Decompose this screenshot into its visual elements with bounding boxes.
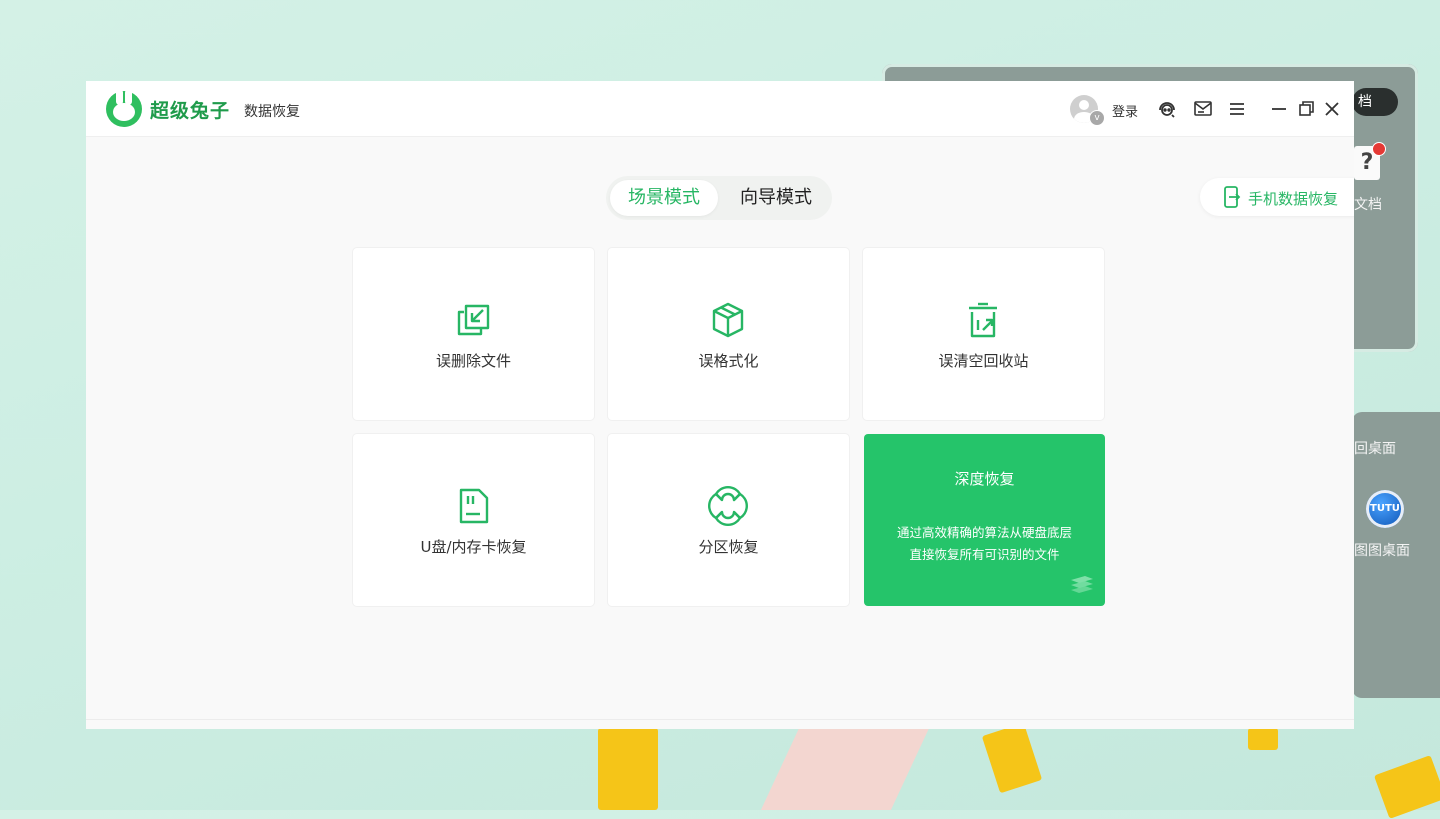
desktop-decoration bbox=[981, 722, 1043, 794]
deep-recovery-desc-line2: 直接恢复所有可识别的文件 bbox=[909, 547, 1060, 562]
phone-transfer-icon bbox=[1224, 186, 1241, 208]
mode-switch: 场景模式 向导模式 bbox=[606, 176, 832, 220]
sd-card-icon bbox=[459, 488, 489, 524]
close-icon[interactable] bbox=[1321, 98, 1343, 120]
card-label: 误删除文件 bbox=[435, 352, 511, 370]
desktop-decoration bbox=[1373, 755, 1440, 819]
desktop-decoration bbox=[1248, 728, 1278, 750]
brand-subtitle: 数据恢复 bbox=[244, 104, 300, 120]
desktop-decoration bbox=[760, 728, 930, 810]
app-window: 超级兔子 数据恢复 v 登录 场景模式 向导模式 手机数据恢复 误删除文件 误格… bbox=[86, 81, 1354, 729]
cube-icon bbox=[712, 302, 744, 338]
deep-recovery-title: 深度恢复 bbox=[954, 470, 1015, 488]
trash-restore-icon bbox=[969, 302, 997, 338]
help-mark: ? bbox=[1360, 150, 1374, 175]
deep-recovery-description: 通过高效精确的算法从硬盘底层 直接恢复所有可识别的文件 bbox=[864, 522, 1105, 566]
desktop-doc-label: 文档 bbox=[1354, 197, 1382, 213]
title-bar: 超级兔子 数据恢复 v 登录 bbox=[86, 81, 1354, 137]
help-document-icon[interactable]: ? bbox=[1354, 142, 1386, 180]
login-link[interactable]: 登录 bbox=[1112, 101, 1138, 120]
partition-icon bbox=[708, 486, 748, 526]
message-icon[interactable] bbox=[1192, 98, 1214, 120]
card-partition[interactable]: 分区恢复 bbox=[608, 434, 849, 606]
card-usb-sd[interactable]: U盘/内存卡恢复 bbox=[353, 434, 594, 606]
rabbit-logo-icon bbox=[106, 89, 142, 127]
phone-recovery-label: 手机数据恢复 bbox=[1248, 190, 1339, 208]
footer-divider bbox=[86, 719, 1354, 720]
card-label: 误格式化 bbox=[698, 352, 759, 370]
tab-wizard-mode[interactable]: 向导模式 bbox=[724, 180, 828, 216]
card-label: U盘/内存卡恢复 bbox=[420, 538, 527, 556]
card-label: 误清空回收站 bbox=[938, 352, 1029, 370]
phone-recovery-button[interactable]: 手机数据恢复 bbox=[1200, 178, 1354, 216]
card-recycle-bin[interactable]: 误清空回收站 bbox=[863, 248, 1104, 420]
brand-name: 超级兔子 bbox=[150, 100, 231, 122]
vip-badge: v bbox=[1089, 110, 1105, 126]
file-restore-icon bbox=[457, 304, 490, 336]
notification-dot bbox=[1372, 142, 1386, 156]
tutu-desktop-label: 图图桌面 bbox=[1354, 543, 1410, 559]
desktop-back-label[interactable]: 回桌面 bbox=[1354, 438, 1396, 458]
menu-icon[interactable] bbox=[1226, 98, 1248, 120]
customer-service-icon[interactable] bbox=[1156, 98, 1178, 120]
deep-recovery-desc-line1: 通过高效精确的算法从硬盘底层 bbox=[896, 525, 1072, 540]
desktop-decoration bbox=[598, 728, 658, 810]
card-deleted-files[interactable]: 误删除文件 bbox=[353, 248, 594, 420]
card-format[interactable]: 误格式化 bbox=[608, 248, 849, 420]
desktop-pill-label[interactable]: 档 bbox=[1352, 88, 1398, 116]
restore-icon[interactable] bbox=[1295, 98, 1317, 120]
card-label: 分区恢复 bbox=[698, 538, 759, 556]
tutu-desktop-icon[interactable]: TUTU bbox=[1366, 490, 1404, 528]
tab-scene-mode[interactable]: 场景模式 bbox=[610, 180, 718, 216]
minimize-icon[interactable] bbox=[1268, 98, 1290, 120]
layers-icon bbox=[1071, 576, 1093, 593]
card-deep-recovery[interactable]: 深度恢复 通过高效精确的算法从硬盘底层 直接恢复所有可识别的文件 bbox=[864, 434, 1105, 606]
